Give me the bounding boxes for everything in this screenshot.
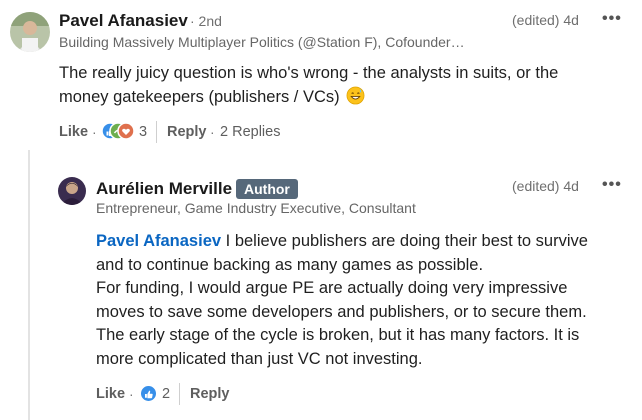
grinning-sweat-emoji	[346, 86, 365, 105]
reply-button[interactable]: Reply	[190, 386, 230, 402]
more-options-button[interactable]: •••	[602, 176, 622, 194]
comment-body: The really juicy question is who's wrong…	[59, 64, 559, 106]
reply-text: Pavel Afanasiev I believe publishers are…	[96, 230, 636, 372]
like-button[interactable]: Like	[59, 124, 88, 140]
author-name[interactable]: Aurélien Merville	[96, 179, 232, 199]
reply-line: For funding, I would argue PE are actual…	[96, 279, 568, 298]
more-options-button[interactable]: •••	[602, 10, 622, 28]
reply-line: and to continue backing as many games as…	[96, 255, 484, 274]
reply-button[interactable]: Reply	[167, 124, 207, 140]
author-headline: Building Massively Multiplayer Politics …	[59, 34, 465, 50]
reply-line: The early stage of the cycle is broken, …	[96, 326, 580, 345]
avatar[interactable]	[58, 177, 86, 205]
connection-degree: · 2nd	[190, 13, 222, 29]
replies-link[interactable]: 2 Replies	[220, 124, 280, 140]
comment-meta: (edited) 4d	[512, 12, 579, 28]
dot-separator: ·	[210, 124, 215, 140]
dot-separator: ·	[129, 386, 134, 402]
thread-line	[28, 150, 30, 420]
reaction-count[interactable]: 3	[139, 124, 147, 140]
author-name[interactable]: Pavel Afanasiev	[59, 11, 188, 31]
comment-text: The really juicy question is who's wrong…	[59, 62, 599, 109]
divider	[156, 121, 157, 143]
author-headline: Entrepreneur, Game Industry Executive, C…	[96, 200, 416, 216]
mention-link[interactable]: Pavel Afanasiev	[96, 232, 221, 250]
reply-line: I believe publishers are doing their bes…	[221, 232, 588, 250]
author-badge: Author	[236, 179, 298, 199]
like-reaction-icon[interactable]	[139, 384, 158, 403]
reply-line: moves to save some developers and publis…	[96, 302, 587, 321]
divider	[179, 383, 180, 405]
dot-separator: ·	[92, 124, 97, 140]
like-button[interactable]: Like	[96, 386, 125, 402]
avatar[interactable]	[10, 12, 50, 52]
reaction-count[interactable]: 2	[162, 386, 170, 402]
reactions-icons[interactable]	[101, 121, 135, 141]
comment-meta: (edited) 4d	[512, 178, 579, 194]
reply-line: more complicated than just VC not invest…	[96, 349, 423, 368]
